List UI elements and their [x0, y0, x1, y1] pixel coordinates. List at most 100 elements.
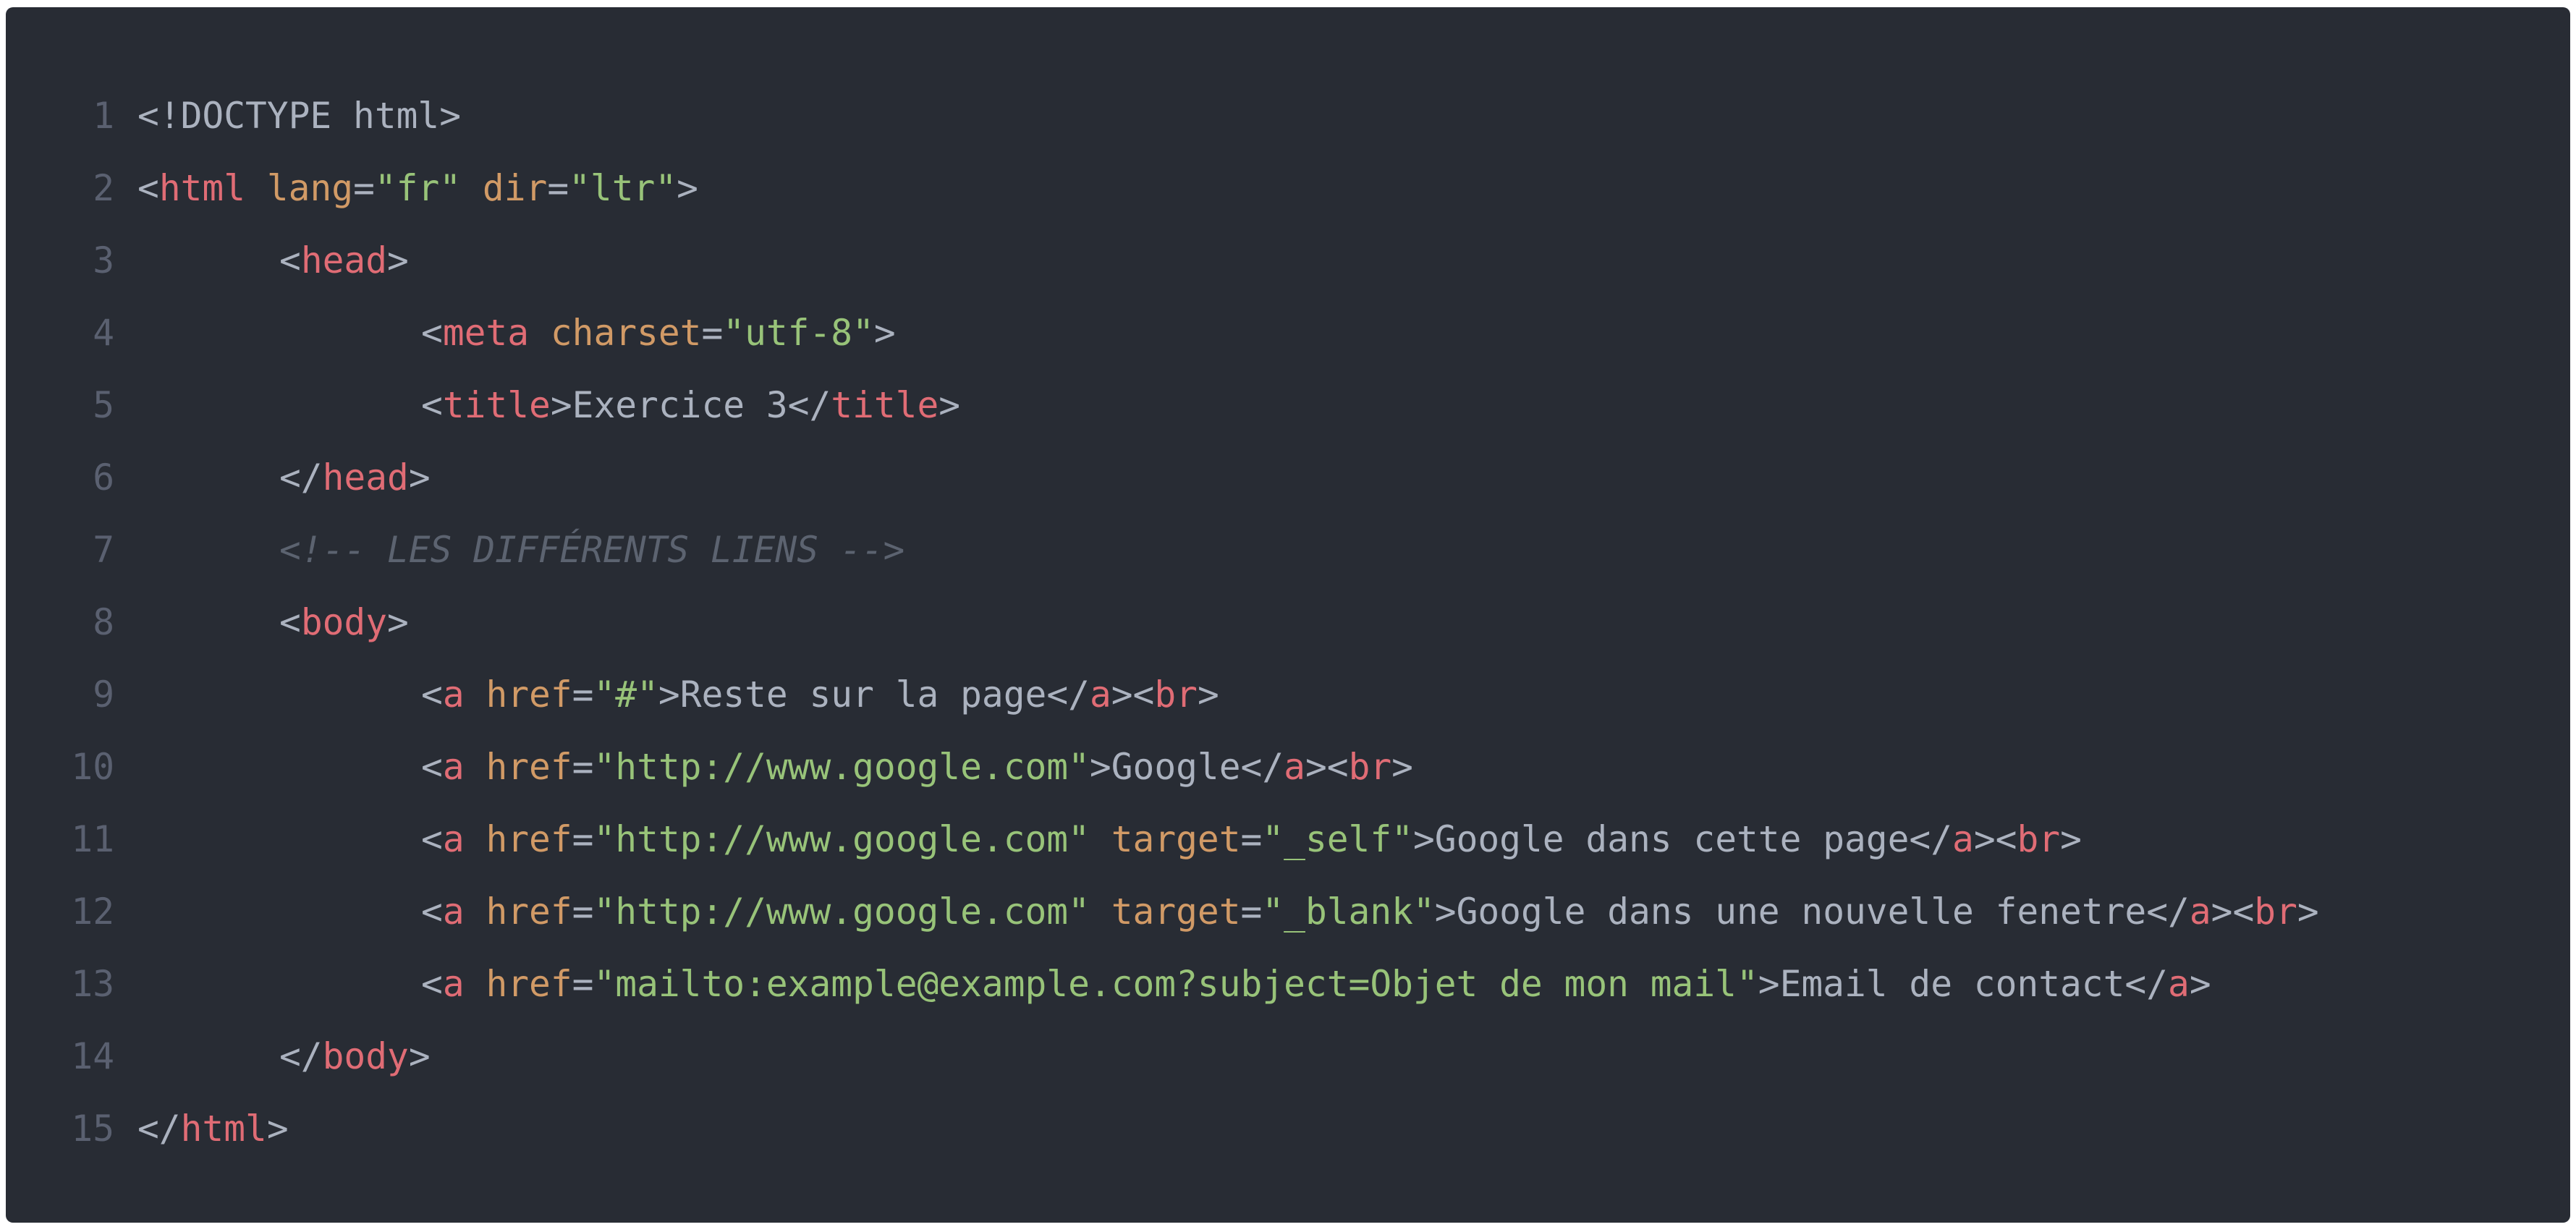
- token-punc: </: [137, 1108, 181, 1150]
- code-content: <a href="mailto:example@example.com?subj…: [421, 948, 2211, 1020]
- code-line[interactable]: 3 <head>: [6, 224, 2570, 297]
- token-txt: Google dans une nouvelle fenetre: [1456, 891, 2147, 933]
- token-punc: =: [572, 963, 594, 1005]
- token-tag: a: [442, 963, 465, 1005]
- token-str: "fr": [374, 167, 462, 209]
- code-line[interactable]: 7 <!-- LES DIFFÉRENTS LIENS -->: [6, 514, 2570, 586]
- token-punc: [465, 891, 486, 933]
- token-punc: >: [1197, 674, 1219, 716]
- token-tag: a: [2168, 963, 2190, 1005]
- token-str: "utf-8": [723, 312, 874, 354]
- code-line[interactable]: 14 </body>: [6, 1020, 2570, 1092]
- token-punc: [465, 963, 486, 1005]
- token-str: "#": [593, 674, 658, 716]
- code-line[interactable]: 2 <html lang="fr" dir="ltr">: [6, 152, 2570, 224]
- token-punc: ><: [2211, 891, 2255, 933]
- token-tag: html: [180, 1108, 267, 1150]
- token-tag: body: [322, 1035, 409, 1077]
- token-attr: target: [1111, 818, 1241, 860]
- token-punc: <: [279, 601, 301, 643]
- token-punc: >: [677, 167, 698, 209]
- code-line[interactable]: 15 </html>: [6, 1092, 2570, 1165]
- token-tag: br: [1154, 674, 1198, 716]
- token-punc: <: [421, 384, 443, 426]
- token-punc: >: [2060, 818, 2082, 860]
- code-line[interactable]: 9 <a href="#">Reste sur la page</a><br>: [6, 658, 2570, 731]
- token-tag: a: [2189, 891, 2211, 933]
- token-punc: <: [421, 963, 443, 1005]
- token-punc: <: [421, 818, 443, 860]
- token-punc: [465, 818, 486, 860]
- token-tag: meta: [442, 312, 530, 354]
- token-tag: a: [1284, 746, 1305, 788]
- token-punc: >: [1412, 818, 1435, 860]
- token-tag: br: [2017, 818, 2061, 860]
- line-number: 10: [71, 746, 114, 788]
- line-number: 2: [93, 167, 114, 209]
- token-attr: target: [1111, 891, 1241, 933]
- token-attr: href: [486, 746, 572, 788]
- code-content: <a href="#">Reste sur la page</a><br>: [421, 658, 1219, 731]
- code-line[interactable]: 1 <!DOCTYPE html>: [6, 80, 2570, 152]
- token-attr: href: [486, 674, 572, 716]
- token-punc: >: [408, 457, 431, 498]
- code-line[interactable]: 10 <a href="http://www.google.com">Google…: [6, 731, 2570, 803]
- token-punc: =: [353, 167, 375, 209]
- code-content: <a href="http://www.google.com" target="…: [421, 803, 2082, 875]
- code-line[interactable]: 6 </head>: [6, 441, 2570, 514]
- token-tag: a: [442, 891, 465, 933]
- token-cmt: <!-- LES DIFFÉRENTS LIENS -->: [279, 529, 905, 571]
- token-punc: [465, 674, 486, 716]
- code-line[interactable]: 11 <a href="http://www.google.com" target…: [6, 803, 2570, 875]
- token-punc: >: [658, 674, 680, 716]
- line-number: 8: [93, 601, 114, 643]
- code-line[interactable]: 4 <meta charset="utf-8">: [6, 297, 2570, 369]
- token-str: "http://www.google.com": [593, 746, 1090, 788]
- token-punc: =: [1240, 818, 1263, 860]
- token-attr: href: [486, 963, 572, 1005]
- token-punc: =: [572, 674, 594, 716]
- token-punc: </: [279, 457, 323, 498]
- code-content: <title>Exercice 3</title>: [421, 369, 960, 441]
- token-attr: href: [486, 818, 572, 860]
- code-line[interactable]: 8 <body>: [6, 586, 2570, 658]
- token-punc: =: [572, 746, 594, 788]
- line-number: 6: [93, 457, 114, 498]
- token-punc: [465, 746, 486, 788]
- token-str: "_self": [1262, 818, 1413, 860]
- token-punc: >: [2297, 891, 2319, 933]
- token-punc: >: [1089, 746, 1111, 788]
- token-punc: ><: [1973, 818, 2017, 860]
- token-punc: >: [873, 312, 896, 354]
- code-editor[interactable]: 1 <!DOCTYPE html> 2 <html lang="fr" dir="lt…: [6, 7, 2570, 1223]
- token-attr: href: [486, 891, 572, 933]
- token-punc: =: [572, 891, 594, 933]
- code-line[interactable]: 5 <title>Exercice 3</title>: [6, 369, 2570, 441]
- code-content: <meta charset="utf-8">: [421, 297, 896, 369]
- code-content: </body>: [279, 1020, 431, 1092]
- token-punc: >: [1391, 746, 1413, 788]
- token-txt: Google: [1111, 746, 1241, 788]
- token-tag: html: [158, 167, 246, 209]
- token-punc: >: [939, 384, 961, 426]
- token-punc: </: [1240, 746, 1284, 788]
- token-txt: Google dans cette page: [1434, 818, 1910, 860]
- token-tag: br: [1348, 746, 1392, 788]
- line-number: 3: [93, 239, 114, 281]
- token-punc: </: [2124, 963, 2169, 1005]
- token-attr: dir: [482, 167, 548, 209]
- token-txt: Email de contact: [1779, 963, 2125, 1005]
- code-line[interactable]: 12 <a href="http://www.google.com" target…: [6, 875, 2570, 948]
- token-punc: </: [279, 1035, 323, 1077]
- token-tag: title: [442, 384, 551, 426]
- line-number: 5: [93, 384, 114, 426]
- token-punc: <: [279, 239, 301, 281]
- line-number: 4: [93, 312, 114, 354]
- code-line[interactable]: 13 <a href="mailto:example@example.com?su…: [6, 948, 2570, 1020]
- token-punc: =: [572, 818, 594, 860]
- token-punc: [1090, 818, 1111, 860]
- token-punc: >: [550, 384, 572, 426]
- code-content: <body>: [279, 586, 409, 658]
- token-tag: a: [1089, 674, 1111, 716]
- code-content: <head>: [279, 224, 409, 297]
